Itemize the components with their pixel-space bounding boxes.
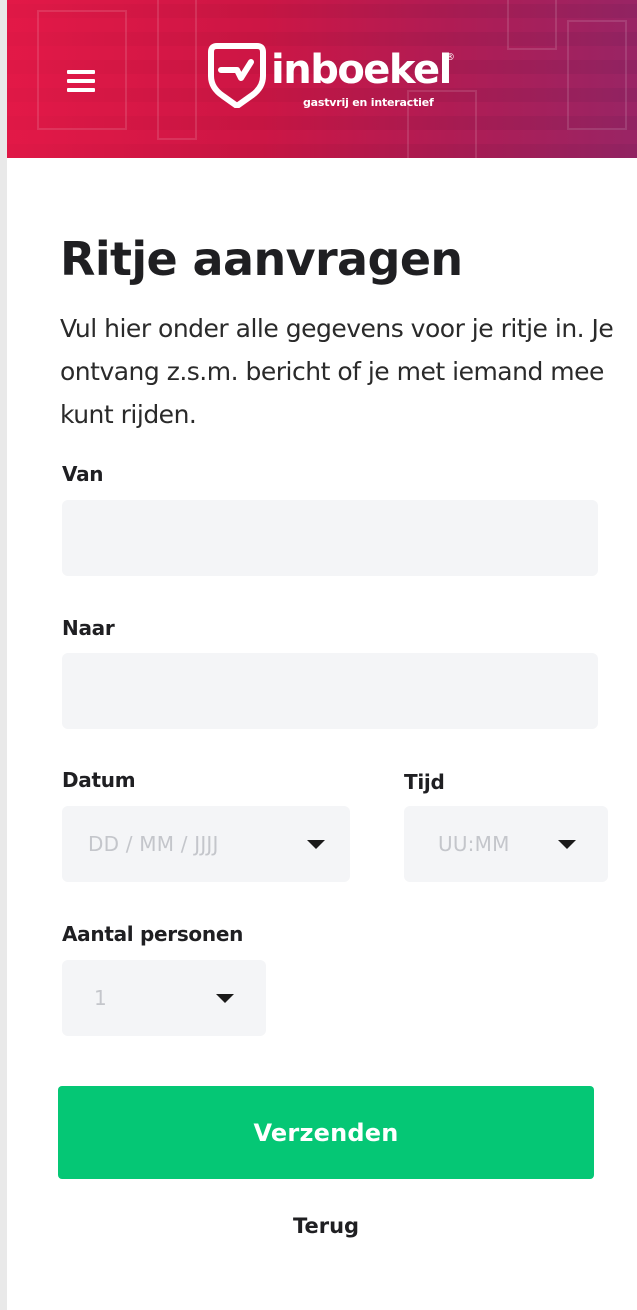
to-label: Naar: [62, 616, 115, 640]
chevron-down-icon: [558, 840, 576, 849]
header-background-shape: [567, 20, 627, 130]
logo-tagline: gastvrij en interactief: [303, 96, 434, 109]
logo-wordmark: inboekel: [271, 47, 452, 93]
persons-value: 1: [94, 986, 107, 1010]
persons-select[interactable]: 1: [62, 960, 266, 1036]
logo-shield-icon: [208, 43, 266, 108]
back-link[interactable]: Terug: [230, 1214, 422, 1238]
date-label: Datum: [62, 768, 136, 792]
submit-button[interactable]: Verzenden: [58, 1086, 594, 1179]
time-placeholder: UU:MM: [438, 832, 510, 856]
time-label: Tijd: [404, 770, 445, 794]
logo-registered-mark: ®: [445, 52, 455, 63]
intro-text: Vul hier onder alle gegevens voor je rit…: [60, 314, 614, 429]
chevron-down-icon: [307, 840, 325, 849]
date-select[interactable]: DD / MM / JJJJ: [62, 806, 350, 882]
hamburger-menu-icon[interactable]: [67, 70, 97, 94]
time-select[interactable]: UU:MM: [404, 806, 608, 882]
header-background-shape: [157, 0, 197, 140]
persons-label: Aantal personen: [62, 922, 244, 946]
date-placeholder: DD / MM / JJJJ: [88, 832, 219, 856]
from-input[interactable]: [62, 500, 598, 576]
page-title: Ritje aanvragen: [60, 232, 463, 286]
page-left-edge: [0, 0, 7, 1310]
header-background-shape: [507, 0, 557, 50]
inboekel-logo[interactable]: inboekel ® gastvrij en interactief: [207, 42, 457, 122]
site-header: inboekel ® gastvrij en interactief: [7, 0, 637, 158]
chevron-down-icon: [216, 994, 234, 1003]
to-input[interactable]: [62, 653, 598, 729]
from-label: Van: [62, 462, 104, 486]
